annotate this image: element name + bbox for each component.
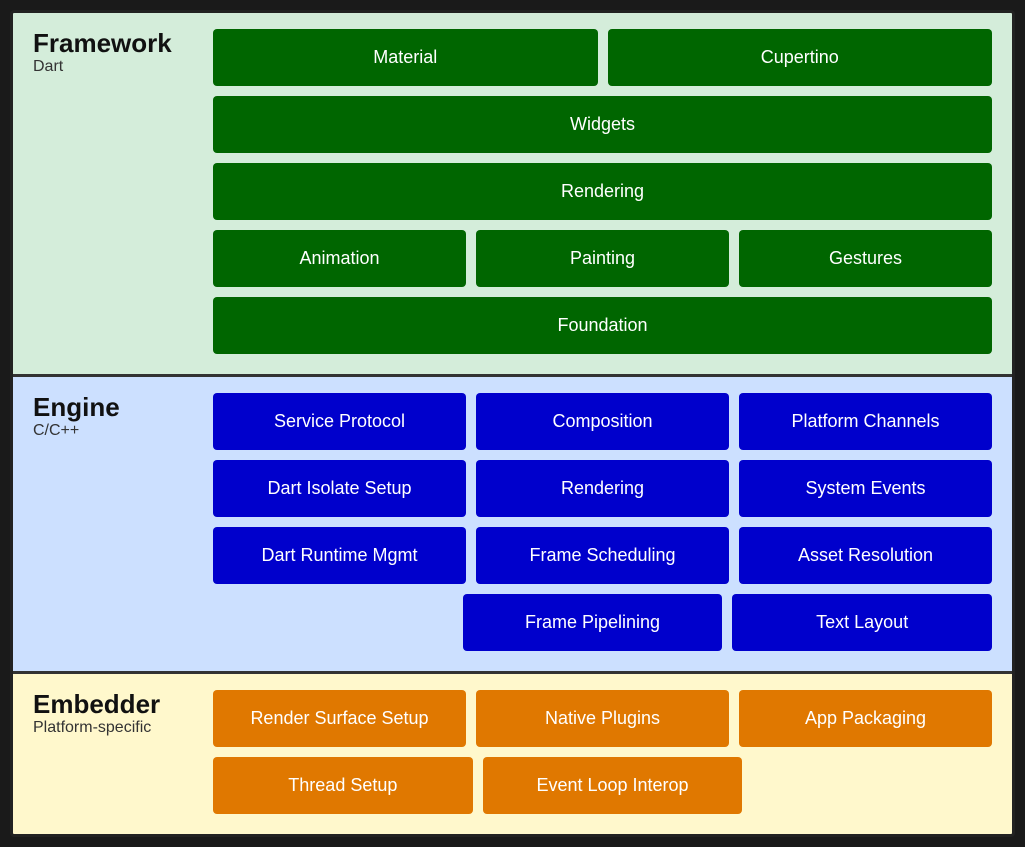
framework-subtitle: Dart [33, 58, 203, 76]
app-packaging-button[interactable]: App Packaging [739, 690, 992, 747]
embedder-title: Embedder [33, 690, 203, 719]
framework-boxes: Material Cupertino Widgets Rendering Ani… [213, 29, 992, 354]
widgets-button[interactable]: Widgets [213, 96, 992, 153]
embedder-header: Embedder Platform-specific [33, 690, 203, 737]
framework-row-5: Foundation [213, 297, 992, 354]
embedder-subtitle: Platform-specific [33, 719, 203, 737]
frame-pipelining-button[interactable]: Frame Pipelining [463, 594, 723, 651]
framework-title: Framework [33, 29, 203, 58]
engine-section: Engine C/C++ Service Protocol Compositio… [13, 377, 1012, 674]
event-loop-interop-button[interactable]: Event Loop Interop [483, 757, 743, 814]
cupertino-button[interactable]: Cupertino [608, 29, 993, 86]
framework-row-1: Material Cupertino [213, 29, 992, 86]
embedder-row-2: Thread Setup Event Loop Interop [213, 757, 992, 814]
embedder-row-1: Render Surface Setup Native Plugins App … [213, 690, 992, 747]
engine-row-1: Service Protocol Composition Platform Ch… [213, 393, 992, 450]
embedder-section: Embedder Platform-specific Render Surfac… [13, 674, 1012, 834]
asset-resolution-button[interactable]: Asset Resolution [739, 527, 992, 584]
material-button[interactable]: Material [213, 29, 598, 86]
animation-button[interactable]: Animation [213, 230, 466, 287]
engine-row-2: Dart Isolate Setup Rendering System Even… [213, 460, 992, 517]
engine-title: Engine [33, 393, 203, 422]
engine-boxes: Service Protocol Composition Platform Ch… [213, 393, 992, 651]
framework-row-2: Widgets [213, 96, 992, 153]
platform-channels-button[interactable]: Platform Channels [739, 393, 992, 450]
system-events-button[interactable]: System Events [739, 460, 992, 517]
render-surface-setup-button[interactable]: Render Surface Setup [213, 690, 466, 747]
embedder-boxes: Render Surface Setup Native Plugins App … [213, 690, 992, 814]
service-protocol-button[interactable]: Service Protocol [213, 393, 466, 450]
foundation-button[interactable]: Foundation [213, 297, 992, 354]
composition-button[interactable]: Composition [476, 393, 729, 450]
engine-row-4: Frame Pipelining Text Layout [213, 594, 992, 651]
thread-setup-button[interactable]: Thread Setup [213, 757, 473, 814]
engine-header: Engine C/C++ [33, 393, 203, 440]
framework-row-3: Rendering [213, 163, 992, 220]
text-layout-button[interactable]: Text Layout [732, 594, 992, 651]
flutter-architecture-diagram: Framework Dart Material Cupertino Widget… [10, 10, 1015, 837]
gestures-button[interactable]: Gestures [739, 230, 992, 287]
rendering-fw-button[interactable]: Rendering [213, 163, 992, 220]
native-plugins-button[interactable]: Native Plugins [476, 690, 729, 747]
engine-subtitle: C/C++ [33, 422, 203, 440]
framework-header: Framework Dart [33, 29, 203, 76]
engine-row-3: Dart Runtime Mgmt Frame Scheduling Asset… [213, 527, 992, 584]
framework-row-4: Animation Painting Gestures [213, 230, 992, 287]
rendering-eng-button[interactable]: Rendering [476, 460, 729, 517]
frame-scheduling-button[interactable]: Frame Scheduling [476, 527, 729, 584]
dart-runtime-mgmt-button[interactable]: Dart Runtime Mgmt [213, 527, 466, 584]
framework-section: Framework Dart Material Cupertino Widget… [13, 13, 1012, 377]
painting-button[interactable]: Painting [476, 230, 729, 287]
dart-isolate-setup-button[interactable]: Dart Isolate Setup [213, 460, 466, 517]
